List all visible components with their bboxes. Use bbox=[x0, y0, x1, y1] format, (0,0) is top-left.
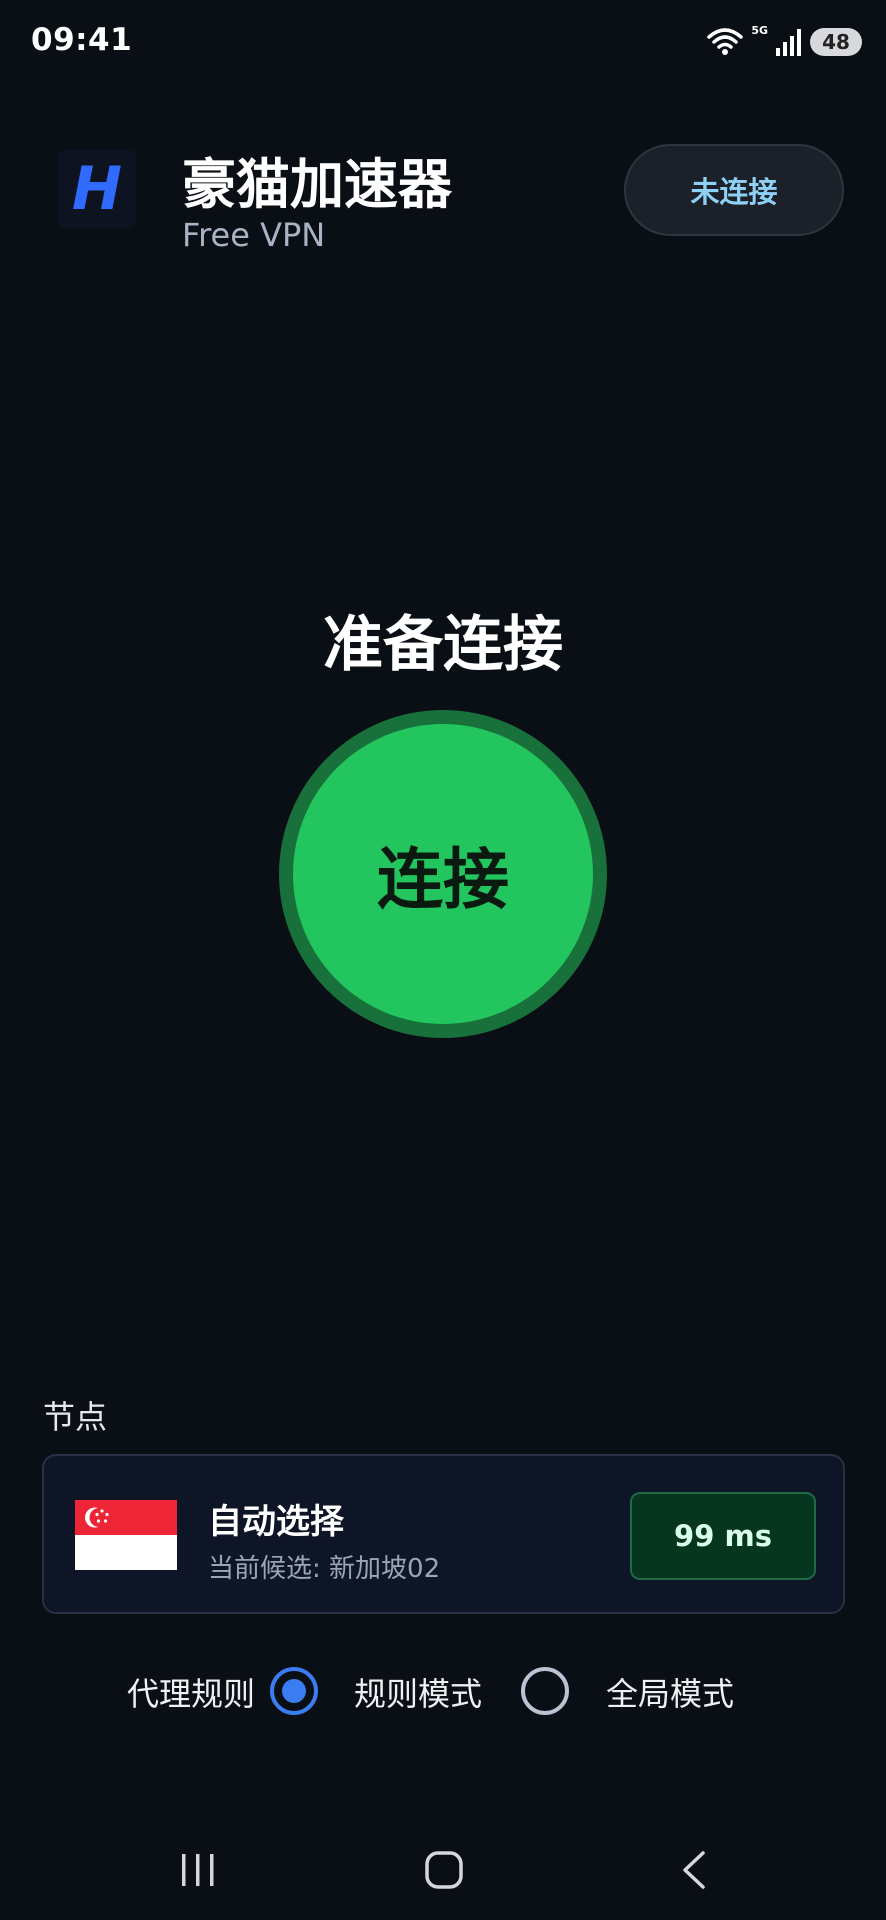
connect-button-ring: 连接 bbox=[279, 710, 607, 1038]
connection-status-badge: 未连接 bbox=[624, 144, 844, 236]
ready-status-text: 准备连接 bbox=[323, 610, 563, 680]
app-logo-letter: H bbox=[71, 154, 123, 224]
node-name: 自动选择 bbox=[208, 1502, 344, 1542]
node-current-candidate: 当前候选: 新加坡02 bbox=[208, 1554, 441, 1584]
wifi-icon bbox=[707, 28, 744, 55]
app-logo: H bbox=[58, 150, 136, 228]
status-time: 09:41 bbox=[31, 22, 133, 58]
connect-button[interactable]: 连接 bbox=[293, 724, 593, 1024]
recent-apps-icon bbox=[182, 1854, 214, 1886]
proxy-rule-label: 代理规则 bbox=[127, 1675, 256, 1713]
app-screen: 09:41 5G 48 H 豪猫加速器 Free VPN 未连接 准备连接 连接… bbox=[0, 0, 886, 1920]
node-section-label: 节点 bbox=[43, 1398, 108, 1436]
status-icons: 5G 48 bbox=[707, 24, 862, 60]
signal-icon bbox=[776, 29, 801, 56]
rule-mode-radio[interactable] bbox=[270, 1667, 318, 1715]
app-title: 豪猫加速器 bbox=[182, 153, 452, 216]
latency-badge: 99 ms bbox=[630, 1492, 816, 1580]
back-button[interactable] bbox=[654, 1842, 734, 1898]
battery-indicator: 48 bbox=[810, 28, 862, 56]
node-selector-card[interactable]: 自动选择 当前候选: 新加坡02 99 ms bbox=[42, 1454, 845, 1614]
singapore-flag-icon bbox=[75, 1500, 177, 1570]
home-icon bbox=[425, 1851, 463, 1889]
app-subtitle: Free VPN bbox=[182, 216, 326, 254]
global-mode-label[interactable]: 全局模式 bbox=[606, 1662, 734, 1722]
rule-mode-label[interactable]: 规则模式 bbox=[354, 1662, 482, 1722]
home-button[interactable] bbox=[404, 1842, 484, 1898]
recent-apps-button[interactable] bbox=[158, 1842, 238, 1898]
network-type-label: 5G bbox=[751, 24, 768, 37]
back-icon bbox=[683, 1851, 705, 1889]
global-mode-radio[interactable] bbox=[521, 1667, 569, 1715]
